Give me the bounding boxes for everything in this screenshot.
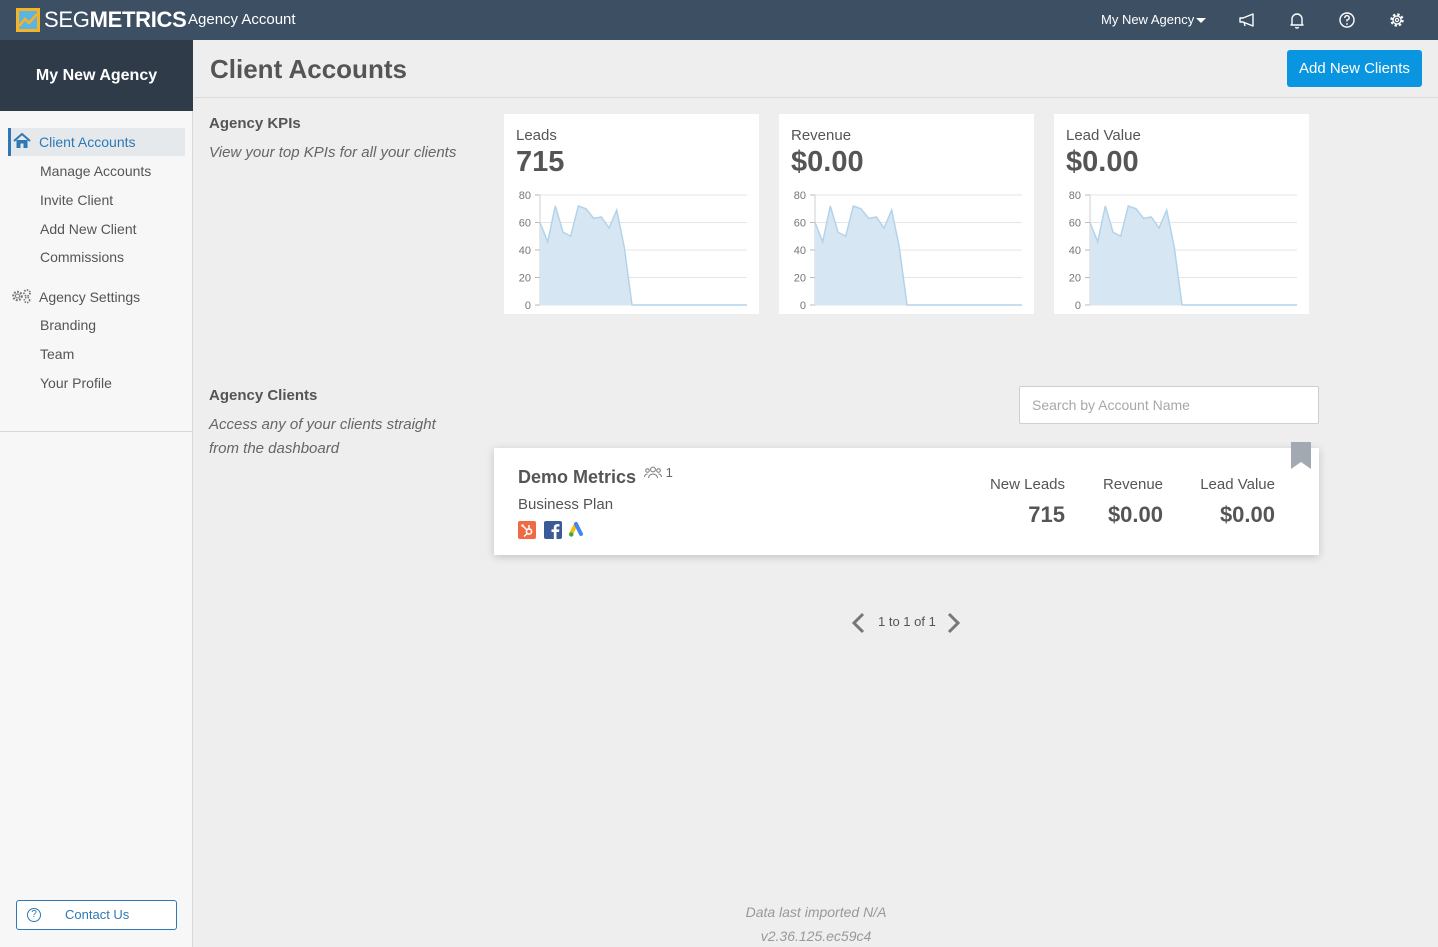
agency-kpis-title: Agency KPIs: [209, 115, 301, 132]
y-tick-label: 20: [1069, 273, 1081, 285]
sidebar-item-manage-accounts[interactable]: Manage Accounts: [40, 162, 151, 180]
pagination: 1 to 1 of 1: [850, 612, 965, 634]
question-circle-icon: ?: [27, 908, 41, 922]
client-user-count: 1: [665, 465, 673, 480]
y-tick-label: 20: [794, 273, 806, 285]
chevron-right-icon[interactable]: [944, 612, 962, 634]
page-title: Client Accounts: [210, 54, 407, 84]
client-plan: Business Plan: [518, 496, 614, 513]
chevron-left-icon[interactable]: [850, 612, 868, 634]
sidebar-item-branding[interactable]: Branding: [40, 316, 96, 334]
agency-kpis-description: View your top KPIs for all your clients: [209, 144, 457, 161]
kpi-chart: 80 60 40 20 0: [794, 190, 1022, 312]
y-tick-label: 80: [519, 190, 531, 202]
sidebar: My New Agency Client Accounts Manage Acc…: [0, 40, 193, 947]
agency-dropdown-label: My New Agency: [1101, 12, 1195, 27]
kpi-card-leads[interactable]: Leads 715 80 60 40 20 0: [504, 114, 759, 314]
y-tick-label: 0: [1075, 300, 1081, 312]
stat-label-new-leads: New Leads: [989, 476, 1065, 493]
brand-name[interactable]: SEGMETRICS: [44, 7, 187, 33]
y-tick-label: 40: [794, 245, 806, 257]
sidebar-agency-name: My New Agency: [0, 40, 193, 111]
pagination-text: 1 to 1 of 1: [878, 614, 936, 629]
stat-value-lead-value: $0.00: [1219, 502, 1275, 527]
agency-clients-description: Access any of your clients straight: [209, 416, 436, 433]
last-import-text: Data last imported N/A: [745, 904, 887, 920]
help-icon[interactable]: [1337, 10, 1357, 30]
y-tick-label: 0: [525, 300, 531, 312]
y-tick-label: 0: [800, 300, 806, 312]
brand-bold: METRICS: [89, 7, 187, 32]
sidebar-item-invite-client[interactable]: Invite Client: [40, 191, 113, 209]
kpi-card-revenue[interactable]: Revenue $0.00 80 60 40 20 0: [779, 114, 1034, 314]
kpi-chart: 80 60 40 20 0: [1069, 190, 1297, 312]
kpi-value: $0.00: [791, 146, 864, 178]
sidebar-item-agency-settings[interactable]: Agency Settings: [39, 288, 140, 306]
stat-label-lead-value: Lead Value: [1200, 476, 1275, 493]
bookmark-icon[interactable]: [1290, 442, 1312, 470]
y-tick-label: 60: [1069, 218, 1081, 230]
caret-down-icon: [1196, 18, 1207, 24]
users-icon: [644, 466, 662, 479]
stat-label-revenue: Revenue: [1102, 476, 1163, 493]
contact-us-button[interactable]: ? Contact Us: [16, 900, 177, 930]
y-tick-label: 80: [1069, 190, 1081, 202]
client-users: 1: [644, 465, 673, 481]
kpi-card-lead-value[interactable]: Lead Value $0.00 80 60 40 20 0: [1054, 114, 1309, 314]
gears-icon: [12, 289, 31, 304]
contact-us-label: Contact Us: [65, 907, 130, 922]
hubspot-icon: [518, 521, 536, 539]
sidebar-item-team[interactable]: Team: [40, 345, 74, 363]
account-type-label: Agency Account: [188, 11, 296, 28]
kpi-label: Leads: [516, 127, 557, 144]
brand-light: SEG: [44, 7, 90, 32]
kpi-value: $0.00: [1066, 146, 1139, 178]
y-tick-label: 20: [519, 273, 531, 285]
sidebar-item-your-profile[interactable]: Your Profile: [40, 374, 112, 392]
kpi-label: Lead Value: [1066, 127, 1141, 144]
kpi-value: 715: [516, 146, 565, 178]
client-name: Demo Metrics: [518, 467, 637, 487]
y-tick-label: 40: [519, 245, 531, 257]
bell-icon[interactable]: [1287, 10, 1307, 30]
chart-area: [815, 206, 1022, 305]
add-new-clients-button[interactable]: Add New Clients: [1287, 50, 1422, 87]
sidebar-divider: [0, 431, 193, 432]
y-tick-label: 60: [519, 218, 531, 230]
chart-area: [1090, 206, 1297, 305]
agency-clients-description-2: from the dashboard: [209, 440, 340, 457]
stat-value-revenue: $0.00: [1107, 502, 1163, 527]
segmetrics-logo-icon[interactable]: [16, 8, 40, 32]
home-icon: [13, 133, 31, 148]
sidebar-item-commissions[interactable]: Commissions: [40, 248, 124, 266]
version-text: v2.36.125.ec59c4: [760, 928, 872, 944]
top-bar: SEGMETRICS Agency Account My New Agency: [0, 0, 1438, 40]
stat-value-new-leads: 715: [1028, 502, 1065, 527]
megaphone-icon[interactable]: [1237, 10, 1257, 30]
account-search-input[interactable]: [1019, 386, 1319, 424]
facebook-icon: [544, 521, 562, 539]
chart-area: [540, 206, 747, 305]
kpi-chart: 80 60 40 20 0: [519, 190, 747, 312]
gear-icon[interactable]: [1387, 10, 1407, 30]
agency-dropdown[interactable]: My New Agency: [1101, 12, 1207, 28]
y-tick-label: 40: [1069, 245, 1081, 257]
kpi-label: Revenue: [791, 127, 852, 144]
sidebar-item-client-accounts[interactable]: Client Accounts: [39, 133, 136, 151]
header-divider: [194, 97, 1438, 98]
y-tick-label: 60: [794, 218, 806, 230]
agency-clients-title: Agency Clients: [209, 387, 318, 404]
y-tick-label: 80: [794, 190, 806, 202]
sidebar-item-add-new-client[interactable]: Add New Client: [40, 220, 137, 238]
client-card[interactable]: Demo Metrics 1 Business Plan New Leads 7…: [494, 442, 1319, 555]
google-ads-icon: [569, 522, 583, 537]
